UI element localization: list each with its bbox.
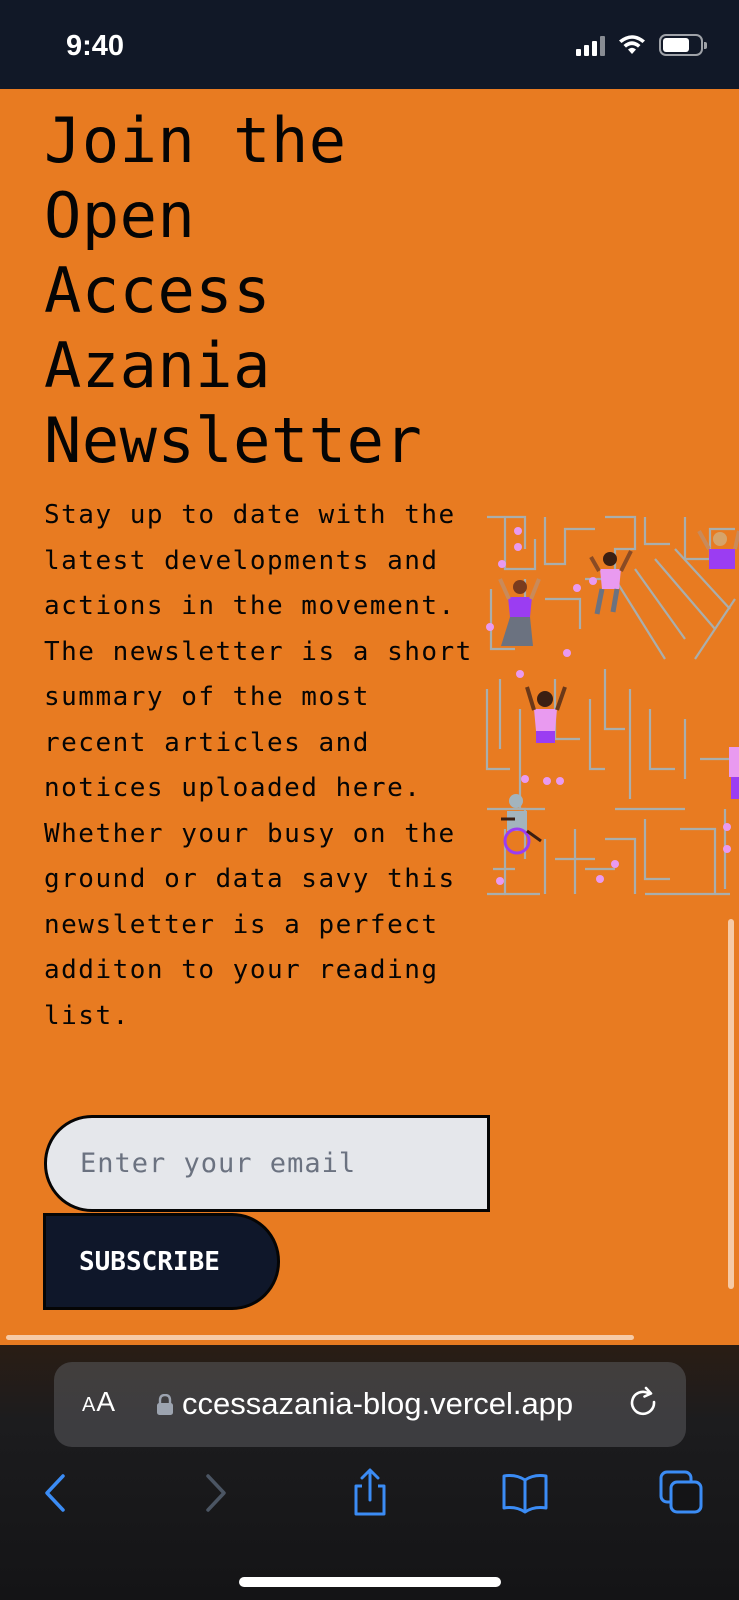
- battery-icon: [659, 34, 707, 56]
- browser-toolbar: AA ccessazania-blog.vercel.app: [0, 1345, 739, 1600]
- newsletter-description: Stay up to date with the latest developm…: [44, 500, 473, 1031]
- text-size-label-small: A: [82, 1394, 97, 1416]
- status-time: 9:40: [66, 30, 125, 62]
- subscribe-button[interactable]: SUBSCRIBE: [43, 1213, 280, 1310]
- back-icon[interactable]: [33, 1468, 83, 1518]
- tabs-icon[interactable]: [657, 1468, 707, 1518]
- bookmarks-icon[interactable]: [500, 1468, 550, 1518]
- url-text[interactable]: ccessazania-blog.vercel.app: [182, 1386, 652, 1422]
- wifi-icon: [619, 35, 645, 54]
- reload-icon[interactable]: [626, 1386, 662, 1422]
- newsletter-headline: Join the Open Access Azania Newsletter: [44, 104, 423, 477]
- horizontal-scrollbar[interactable]: [6, 1335, 634, 1340]
- forward-icon[interactable]: [190, 1468, 240, 1518]
- text-size-label-large: A: [96, 1386, 117, 1417]
- status-bar: 9:40: [0, 0, 739, 89]
- maze-people-illustration: [485, 515, 739, 896]
- home-indicator[interactable]: [239, 1577, 501, 1587]
- address-bar[interactable]: AA ccessazania-blog.vercel.app: [54, 1362, 686, 1447]
- text-size-button[interactable]: AA: [82, 1386, 116, 1418]
- signal-icon: [576, 34, 605, 56]
- vertical-scrollbar[interactable]: [728, 919, 734, 1289]
- email-input[interactable]: [44, 1115, 490, 1212]
- status-icons: [576, 34, 707, 56]
- lock-icon: [157, 1394, 173, 1415]
- newsletter-section: Join the Open Access Azania Newsletter S…: [0, 89, 739, 1345]
- share-icon[interactable]: [345, 1468, 395, 1518]
